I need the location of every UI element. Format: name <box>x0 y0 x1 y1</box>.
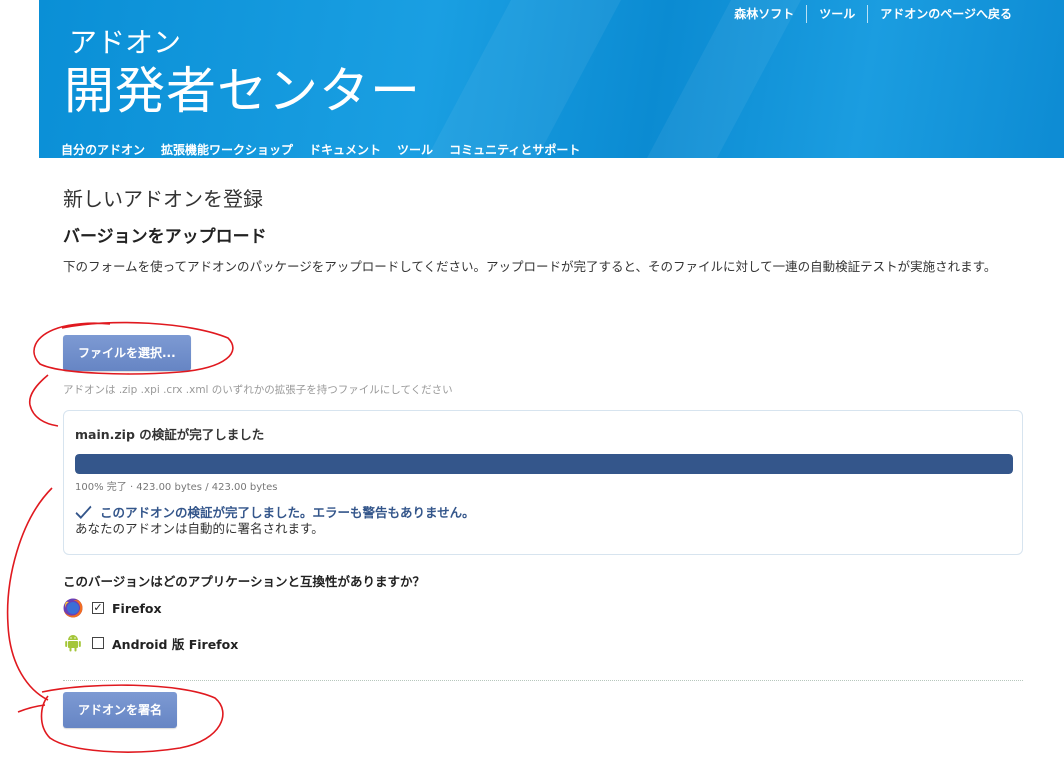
section-title: バージョンをアップロード <box>63 227 267 247</box>
progress-bar <box>75 454 1013 474</box>
form-divider <box>63 680 1023 681</box>
nav-extension-workshop[interactable]: 拡張機能ワークショップ <box>161 143 293 158</box>
main-content: 新しいアドオンを登録 バージョンをアップロード 下のフォームを使ってアドオンのパ… <box>63 185 1023 728</box>
top-link-tools[interactable]: ツール <box>807 6 867 22</box>
auto-sign-notice: あなたのアドオンは自動的に署名されます。 <box>75 521 324 536</box>
android-label: Android 版 Firefox <box>112 636 239 652</box>
firefox-checkbox[interactable]: ✓ <box>92 602 104 614</box>
compat-option-firefox[interactable]: ✓ Firefox <box>63 598 162 618</box>
android-checkbox[interactable] <box>92 637 104 649</box>
top-links: 森林ソフト ツール アドオンのページへ戻る <box>722 5 1024 23</box>
brand-subtitle: アドオン <box>69 26 182 59</box>
site-header: 森林ソフト ツール アドオンのページへ戻る アドオン 開発者センター 自分のアド… <box>39 0 1064 158</box>
sign-addon-button[interactable]: アドオンを署名 <box>63 692 178 728</box>
nav-tools[interactable]: ツール <box>397 143 433 158</box>
compat-option-android[interactable]: Android 版 Firefox <box>63 633 238 653</box>
nav-documentation[interactable]: ドキュメント <box>309 143 381 158</box>
firefox-icon <box>63 598 83 618</box>
android-icon <box>65 635 81 652</box>
validation-result-box: main.zip の検証が完了しました 100% 完了 · 423.00 byt… <box>63 410 1023 555</box>
top-link-user[interactable]: 森林ソフト <box>722 6 806 22</box>
compatibility-question: このバージョンはどのアプリケーションと互換性がありますか？ <box>63 574 426 589</box>
progress-bar-fill <box>75 454 1013 474</box>
select-file-button[interactable]: ファイルを選択... <box>63 335 191 371</box>
nav-my-addons[interactable]: 自分のアドオン <box>61 143 145 158</box>
main-nav: 自分のアドオン 拡張機能ワークショップ ドキュメント ツール コミュニティとサポ… <box>61 143 596 158</box>
page-title: 新しいアドオンを登録 <box>63 187 263 211</box>
progress-text: 100% 完了 · 423.00 bytes / 423.00 bytes <box>75 482 278 493</box>
top-link-back-to-addons[interactable]: アドオンのページへ戻る <box>868 6 1024 22</box>
header-decoration <box>426 0 622 158</box>
validation-title: main.zip の検証が完了しました <box>75 427 265 442</box>
upload-description: 下のフォームを使ってアドオンのパッケージをアップロードしてください。アップロード… <box>63 259 997 274</box>
brand-title[interactable]: 開発者センター <box>64 60 421 122</box>
firefox-label: Firefox <box>112 600 162 616</box>
header-decoration <box>646 0 802 158</box>
nav-community-support[interactable]: コミュニティとサポート <box>449 143 580 158</box>
file-type-hint: アドオンは .zip .xpi .crx .xml のいずれかの拡張子を持つファ… <box>63 384 453 396</box>
